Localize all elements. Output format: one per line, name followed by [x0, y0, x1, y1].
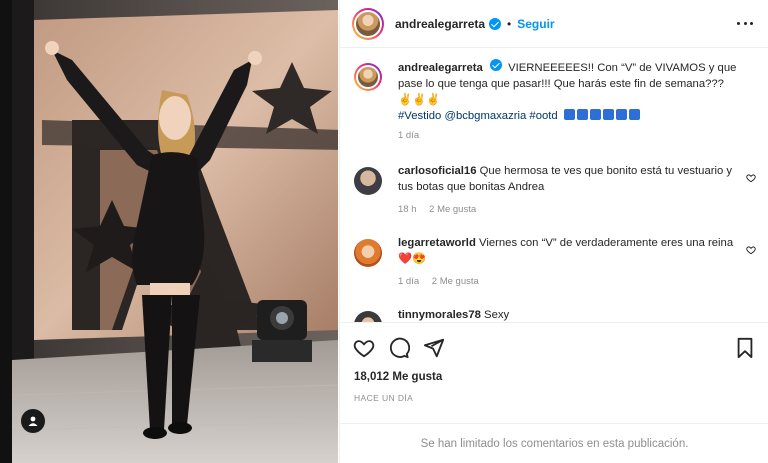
share-icon[interactable] [423, 337, 445, 359]
comment-emojis: ❤️😍 [398, 253, 427, 265]
caption-time[interactable]: 1 día [398, 130, 419, 141]
more-options-icon[interactable] [737, 15, 753, 31]
comment-username[interactable]: carlosoficial16 [398, 165, 477, 177]
comment-icon[interactable] [388, 337, 410, 359]
post-detail-panel: andrealegarreta • Seguir andrealegarreta… [339, 0, 768, 463]
comment-heart-icon[interactable] [746, 245, 756, 255]
flag-emoji-row [563, 109, 642, 122]
caption: andrealegarreta VIERNEEEEES!! Con “V” de… [352, 59, 762, 141]
likes-count[interactable]: 18,012 Me gusta [354, 371, 442, 383]
follow-button[interactable]: Seguir [517, 17, 554, 31]
author-username[interactable]: andrealegarreta [395, 17, 485, 31]
caption-emojis: ✌️✌️✌️ [398, 94, 441, 106]
comment-likes[interactable]: 2 Me gusta [432, 276, 479, 287]
comment-time[interactable]: 1 día [398, 276, 419, 287]
comment-body: tinnymorales78 Sexy [398, 307, 743, 322]
comment-item: tinnymorales78 Sexy [352, 307, 762, 322]
comment-body: legarretaworld Viernes con “V” de verdad… [398, 235, 743, 267]
comment-avatar[interactable] [354, 239, 382, 267]
tag-user-icon [28, 416, 38, 426]
comments-limited-notice: Se han limitado los comentarios en esta … [340, 423, 768, 463]
post-image[interactable] [12, 0, 338, 463]
comment-item: carlosoficial16 Que hermosa te ves que b… [352, 163, 762, 215]
comment-text: Viernes con “V” de verdaderamente eres u… [479, 237, 734, 249]
comment-username[interactable]: tinnymorales78 [398, 309, 481, 321]
comment-item: legarretaworld Viernes con “V” de verdad… [352, 235, 762, 287]
verified-icon [489, 59, 502, 71]
caption-body: andrealegarreta VIERNEEEEES!! Con “V” de… [398, 59, 743, 124]
comments-list[interactable]: andrealegarreta VIERNEEEEES!! Con “V” de… [340, 49, 768, 322]
left-border [0, 0, 12, 463]
comment-likes[interactable]: 2 Me gusta [429, 204, 476, 215]
caption-tags[interactable]: #Vestido @bcbgmaxazria #ootd [398, 110, 558, 122]
caption-username[interactable]: andrealegarreta [398, 62, 483, 74]
caption-meta: 1 día [398, 130, 762, 141]
tag-user-button[interactable] [21, 409, 45, 433]
verified-icon [489, 17, 502, 30]
post-photo-illustration [12, 0, 338, 463]
caption-avatar[interactable] [354, 63, 382, 91]
header-separator: • [507, 16, 512, 31]
comment-avatar[interactable] [354, 167, 382, 195]
comment-avatar[interactable] [354, 311, 382, 322]
comment-username[interactable]: legarretaworld [398, 237, 476, 249]
comment-time[interactable]: 18 h [398, 204, 417, 215]
post-header: andrealegarreta • Seguir [340, 0, 768, 48]
comment-body: carlosoficial16 Que hermosa te ves que b… [398, 163, 743, 195]
post-time[interactable]: HACE UN DÍA [354, 393, 413, 403]
comment-heart-icon[interactable] [746, 173, 756, 183]
author-avatar[interactable] [352, 7, 384, 40]
comment-meta: 18 h 2 Me gusta [398, 204, 762, 215]
comment-text: Sexy [484, 309, 510, 321]
bookmark-icon[interactable] [735, 337, 755, 359]
comment-meta: 1 día 2 Me gusta [398, 276, 762, 287]
heart-icon[interactable] [353, 337, 375, 359]
